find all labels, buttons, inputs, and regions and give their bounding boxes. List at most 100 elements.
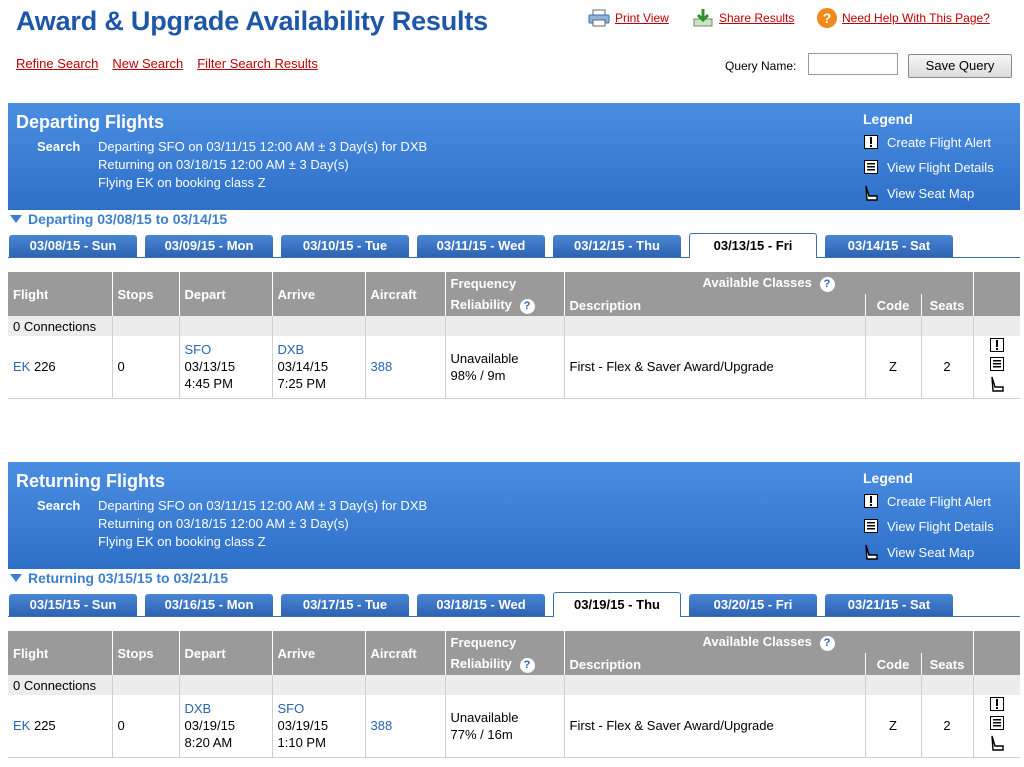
legend-label: Create Flight Alert <box>887 493 992 509</box>
need-help-label[interactable]: Need Help With This Page? <box>842 11 990 25</box>
seat-icon[interactable] <box>974 735 1021 754</box>
frequency-value: Unavailable <box>450 350 519 366</box>
departing-heading: Departing Flights <box>16 112 164 132</box>
alert-icon <box>863 493 879 509</box>
col-description: Description <box>564 653 866 675</box>
available-classes-label: Available Classes <box>702 633 812 649</box>
arrive-time: 1:10 PM <box>277 735 326 751</box>
stops-value: 0 <box>112 695 180 758</box>
reliability-value: 77% / 16m <box>450 726 513 742</box>
refine-search-link[interactable]: Refine Search <box>16 56 98 71</box>
flight-number: EK 226 <box>8 336 113 399</box>
help-icon[interactable]: ? <box>819 276 835 292</box>
row-actions <box>973 336 1021 399</box>
share-results-label[interactable]: Share Results <box>719 11 794 25</box>
connections-row: 0 Connections <box>8 316 1020 336</box>
save-query-button[interactable]: Save Query <box>908 54 1012 78</box>
details-icon <box>863 159 879 175</box>
filter-results-link[interactable]: Filter Search Results <box>197 56 318 71</box>
col-code: Code <box>865 294 922 316</box>
col-frequency: Frequency <box>445 272 565 294</box>
flight-number: EK 225 <box>8 695 113 758</box>
arrive-airport[interactable]: SFO <box>278 700 365 717</box>
col-stops: Stops <box>112 631 180 675</box>
airline-code[interactable]: EK <box>13 718 30 733</box>
col-depart: Depart <box>179 631 273 675</box>
search-line: Returning on 03/18/15 12:00 AM ± 3 Day(s… <box>98 516 349 531</box>
returning-date-tabs: 03/15/15 - Sun 03/16/15 - Mon 03/17/15 -… <box>8 592 1020 617</box>
date-tab[interactable]: 03/17/15 - Tue <box>281 594 409 616</box>
reliability-label: Reliability <box>450 655 512 671</box>
details-icon <box>863 518 879 534</box>
print-view-label[interactable]: Print View <box>615 11 669 25</box>
depart-airport[interactable]: SFO <box>185 341 272 358</box>
reliability-value: 98% / 9m <box>450 367 506 383</box>
aircraft-link[interactable]: 388 <box>365 695 446 758</box>
date-tab[interactable]: 03/20/15 - Fri <box>689 594 817 616</box>
date-tab[interactable]: 03/15/15 - Sun <box>9 594 137 616</box>
search-actions: Refine Search New Search Filter Search R… <box>16 56 318 71</box>
share-results-link[interactable]: Share Results <box>692 8 794 28</box>
returning-banner: Returning Flights Search Departing SFO o… <box>8 462 1020 569</box>
returning-range[interactable]: Returning 03/15/15 to 03/21/15 <box>10 570 228 586</box>
date-tab-active[interactable]: 03/19/15 - Thu <box>553 592 681 617</box>
col-arrive: Arrive <box>272 631 366 675</box>
class-description: First - Flex & Saver Award/Upgrade <box>564 336 866 399</box>
search-line: Departing SFO on 03/11/15 12:00 AM ± 3 D… <box>98 498 428 513</box>
arrive-airport[interactable]: DXB <box>278 341 365 358</box>
alert-icon[interactable] <box>974 697 1021 716</box>
date-tab[interactable]: 03/10/15 - Tue <box>281 235 409 257</box>
need-help-link[interactable]: ? Need Help With This Page? <box>817 8 990 28</box>
departing-range[interactable]: Departing 03/08/15 to 03/14/15 <box>10 211 227 227</box>
alert-icon <box>863 134 879 150</box>
col-available-classes: Available Classes ? <box>564 631 974 653</box>
aircraft-link[interactable]: 388 <box>365 336 446 399</box>
depart-date: 03/13/15 <box>184 359 236 375</box>
date-tab[interactable]: 03/11/15 - Wed <box>417 235 545 257</box>
connections-label: 0 Connections <box>8 675 113 695</box>
query-name-input[interactable] <box>808 53 898 75</box>
seat-icon[interactable] <box>974 376 1021 395</box>
col-aircraft: Aircraft <box>365 631 446 675</box>
alert-icon[interactable] <box>974 338 1021 357</box>
depart-airport[interactable]: DXB <box>185 700 272 717</box>
connections-label: 0 Connections <box>8 316 113 336</box>
date-tab[interactable]: 03/08/15 - Sun <box>9 235 137 257</box>
col-code: Code <box>865 653 922 675</box>
help-icon[interactable]: ? <box>519 298 535 314</box>
date-tab-active[interactable]: 03/13/15 - Fri <box>689 233 817 258</box>
flight-num: 225 <box>33 718 56 734</box>
help-icon[interactable]: ? <box>519 657 535 673</box>
new-search-link[interactable]: New Search <box>112 56 183 71</box>
date-tab[interactable]: 03/21/15 - Sat <box>825 594 953 616</box>
class-seats: 2 <box>921 336 974 399</box>
help-icon[interactable]: ? <box>819 635 835 651</box>
airline-code[interactable]: EK <box>13 359 30 374</box>
col-actions <box>973 272 1020 316</box>
legend-label: View Seat Map <box>887 185 975 201</box>
legend-label: Create Flight Alert <box>887 134 992 150</box>
col-aircraft: Aircraft <box>365 272 446 316</box>
seat-icon <box>863 544 879 560</box>
date-tab[interactable]: 03/09/15 - Mon <box>145 235 273 257</box>
date-tab[interactable]: 03/16/15 - Mon <box>145 594 273 616</box>
details-icon[interactable] <box>974 357 1021 376</box>
date-tab[interactable]: 03/14/15 - Sat <box>825 235 953 257</box>
depart-cell: DXB 03/19/15 8:20 AM <box>179 695 273 758</box>
details-icon[interactable] <box>974 716 1021 735</box>
print-view-link[interactable]: Print View <box>588 8 669 28</box>
date-tab[interactable]: 03/18/15 - Wed <box>417 594 545 616</box>
search-line: Departing SFO on 03/11/15 12:00 AM ± 3 D… <box>98 139 428 154</box>
connections-row: 0 Connections <box>8 675 1020 695</box>
stops-value: 0 <box>112 336 180 399</box>
class-seats: 2 <box>921 695 974 758</box>
date-tab[interactable]: 03/12/15 - Thu <box>553 235 681 257</box>
legend-create-alert: Create Flight Alert <box>863 134 991 150</box>
arrive-cell: DXB 03/14/15 7:25 PM <box>272 336 366 399</box>
col-seats: Seats <box>921 653 974 675</box>
arrive-cell: SFO 03/19/15 1:10 PM <box>272 695 366 758</box>
departing-date-tabs: 03/08/15 - Sun 03/09/15 - Mon 03/10/15 -… <box>8 233 1020 258</box>
col-available-classes: Available Classes ? <box>564 272 974 294</box>
departing-range-label: Departing 03/08/15 to 03/14/15 <box>28 211 228 227</box>
legend-title: Legend <box>863 470 913 486</box>
